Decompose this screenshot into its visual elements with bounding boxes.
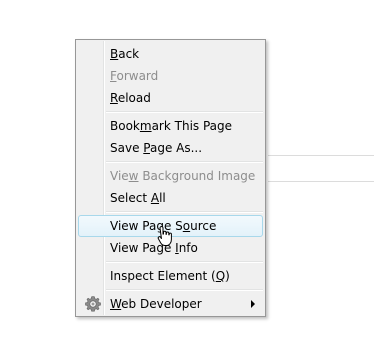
menu-separator	[106, 161, 263, 163]
menu-item-inspect-element[interactable]: Inspect Element (Q)	[78, 265, 263, 287]
menu-item-label: Back	[110, 47, 140, 61]
menu-item-label: View Page Info	[110, 241, 198, 255]
menu-separator	[106, 111, 263, 113]
context-menu: Back Forward Reload Bookmark This Page S…	[75, 39, 266, 317]
menu-item-forward: Forward	[78, 65, 263, 87]
menu-separator	[106, 289, 263, 291]
menu-item-web-developer[interactable]: Web Developer	[78, 293, 263, 315]
menu-item-label: Select All	[110, 191, 166, 205]
menu-item-reload[interactable]: Reload	[78, 87, 263, 109]
background-page-rule	[268, 181, 374, 182]
menu-item-save-page-as[interactable]: Save Page As...	[78, 137, 263, 159]
menu-item-label: Bookmark This Page	[110, 119, 233, 133]
menu-item-label: Forward	[110, 69, 159, 83]
menu-item-label: View Background Image	[110, 169, 256, 183]
menu-separator	[106, 261, 263, 263]
menu-item-select-all[interactable]: Select All	[78, 187, 263, 209]
submenu-arrow-icon	[251, 300, 255, 308]
background-page-rule	[268, 155, 374, 156]
menu-separator	[106, 211, 263, 213]
menu-item-label: Inspect Element (Q)	[110, 269, 230, 283]
menu-item-back[interactable]: Back	[78, 43, 263, 65]
menu-item-label: Save Page As...	[110, 141, 203, 155]
menu-item-view-background-image: View Background Image	[78, 165, 263, 187]
menu-item-bookmark-this-page[interactable]: Bookmark This Page	[78, 115, 263, 137]
hand-pointer-cursor-icon	[157, 225, 172, 246]
menu-item-label: Web Developer	[110, 297, 202, 311]
gear-icon	[85, 296, 101, 312]
menu-item-label: Reload	[110, 91, 151, 105]
